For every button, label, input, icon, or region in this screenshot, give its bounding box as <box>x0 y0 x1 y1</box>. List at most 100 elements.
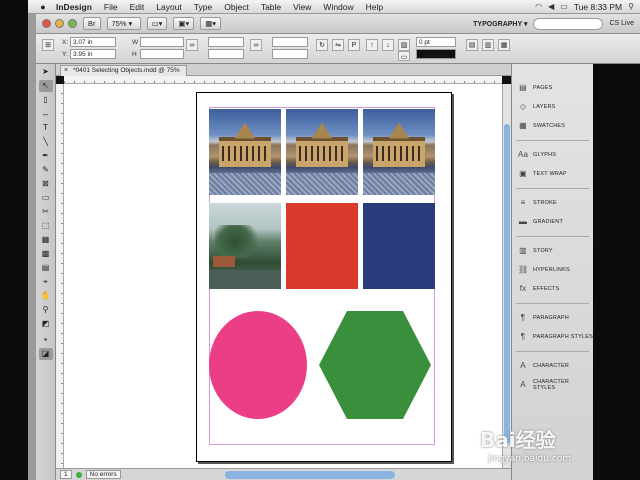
direct-selection-tool-icon[interactable]: ↖ <box>38 80 53 92</box>
page-tool-icon[interactable]: ▯ <box>39 94 53 106</box>
menu-help[interactable]: Help <box>360 2 389 12</box>
width-field[interactable] <box>140 37 184 47</box>
workspace-switcher[interactable]: TYPOGRAPHY ▾ <box>473 20 527 28</box>
blue-rectangle-frame[interactable] <box>363 203 435 289</box>
line-tool-icon[interactable]: ╲ <box>39 136 53 148</box>
screen-mode-button[interactable]: ▣▾ <box>173 17 195 30</box>
menu-table[interactable]: Table <box>255 2 287 12</box>
close-tab-icon[interactable]: × <box>64 66 68 76</box>
select-container-icon[interactable]: ↑ <box>366 39 378 51</box>
panel-gradient[interactable]: ▬ GRADIENT <box>512 212 593 231</box>
hand-tool-icon[interactable]: ✋ <box>39 290 53 302</box>
document-page[interactable] <box>196 92 452 462</box>
type-tool-icon[interactable]: T <box>39 122 53 134</box>
panel-paragraph-styles[interactable]: ¶ PARAGRAPH STYLES <box>512 327 593 346</box>
panel-hyperlinks[interactable]: ⛓ HYPERLINKS <box>512 260 593 279</box>
menu-layout[interactable]: Layout <box>150 2 188 12</box>
horizontal-scroll-thumb[interactable] <box>224 470 395 479</box>
view-mode-icon[interactable]: ◪ <box>38 348 53 360</box>
menu-view[interactable]: View <box>287 2 317 12</box>
vertical-ruler[interactable] <box>56 84 64 468</box>
red-rectangle-frame[interactable] <box>286 203 358 289</box>
preflight-status[interactable]: No errors <box>85 470 121 479</box>
panel-paragraph[interactable]: ¶ PARAGRAPH <box>512 308 593 327</box>
scale-x-field[interactable] <box>208 37 244 47</box>
horizontal-ruler[interactable] <box>64 76 502 84</box>
volume-icon[interactable]: ◀ <box>548 2 554 11</box>
menu-window[interactable]: Window <box>317 2 359 12</box>
rotate-90-cw-icon[interactable]: ↻ <box>316 39 328 51</box>
rotation-field[interactable] <box>272 37 308 47</box>
pink-circle-frame[interactable] <box>209 311 307 419</box>
stroke-type-dropdown[interactable] <box>416 49 456 59</box>
y-position-field[interactable]: 3.95 in <box>70 49 116 59</box>
frame-fitting-icon[interactable]: ▤ <box>466 39 478 51</box>
fill-stroke-icon[interactable]: ◩ <box>39 318 53 332</box>
photo-frame-building-2[interactable] <box>286 109 358 195</box>
menu-clock[interactable]: Tue 8:33 PM <box>574 2 622 12</box>
battery-icon[interactable]: ▭ <box>560 2 568 11</box>
zoom-level-dropdown[interactable]: 75% ▾ <box>106 17 141 30</box>
page-number-field[interactable]: 1 <box>60 470 72 479</box>
stroke-weight-field[interactable]: 0 pt <box>416 37 456 47</box>
spotlight-icon[interactable]: ⚲ <box>628 2 634 11</box>
selection-tool-icon[interactable]: ➤ <box>39 66 53 78</box>
free-transform-tool-icon[interactable]: ⬚ <box>39 220 53 232</box>
cs-live-button[interactable]: CS Live <box>609 20 634 27</box>
panel-glyphs[interactable]: Aa GLYPHS <box>512 145 593 164</box>
pen-tool-icon[interactable]: ✒ <box>39 150 53 162</box>
apply-color-icon[interactable]: ▪ <box>39 334 53 346</box>
panel-text-wrap[interactable]: ▣ TEXT WRAP <box>512 164 593 183</box>
scissors-tool-icon[interactable]: ✂ <box>39 206 53 218</box>
shear-field[interactable] <box>272 49 308 59</box>
close-window-button[interactable] <box>42 19 51 28</box>
menu-file[interactable]: File <box>98 2 124 12</box>
x-position-field[interactable]: 3.07 in <box>70 37 116 47</box>
bridge-button[interactable]: Br <box>83 17 101 30</box>
photo-frame-lake[interactable] <box>209 203 281 289</box>
fill-swatch-icon[interactable]: ▨ <box>398 39 410 51</box>
flip-vertical-icon[interactable]: P <box>348 39 360 51</box>
flip-horizontal-icon[interactable]: ⇋ <box>332 39 344 51</box>
pencil-tool-icon[interactable]: ✎ <box>39 164 53 176</box>
gradient-feather-tool-icon[interactable]: ▩ <box>39 248 53 260</box>
zoom-tool-icon[interactable]: ⚲ <box>39 304 53 316</box>
panel-stroke[interactable]: ≡ STROKE <box>512 193 593 212</box>
minimize-window-button[interactable] <box>55 19 64 28</box>
panel-layers[interactable]: ◇ LAYERS <box>512 97 593 116</box>
menu-type[interactable]: Type <box>188 2 218 12</box>
constrain-proportions-icon[interactable]: ∞ <box>186 39 198 51</box>
panel-effects[interactable]: fx EFFECTS <box>512 279 593 298</box>
scale-y-field[interactable] <box>208 49 244 59</box>
rectangle-frame-tool-icon[interactable]: ⊠ <box>39 178 53 190</box>
note-tool-icon[interactable]: ▤ <box>39 262 53 274</box>
menu-edit[interactable]: Edit <box>124 2 151 12</box>
rectangle-tool-icon[interactable]: ▭ <box>39 192 53 204</box>
vertical-scroll-thumb[interactable] <box>504 124 510 444</box>
document-tab[interactable]: × *0401 Selecting Objects.indd @ 75% <box>60 65 187 76</box>
view-options-button[interactable]: ▭▾ <box>146 17 168 30</box>
align-icon[interactable]: ▦ <box>498 39 510 51</box>
eyedropper-tool-icon[interactable]: ⌖ <box>39 276 53 288</box>
panel-swatches[interactable]: ▦ SWATCHES <box>512 116 593 135</box>
arrange-documents-button[interactable]: ▦▾ <box>200 17 222 30</box>
photo-frame-building-1[interactable] <box>209 109 281 195</box>
panel-pages[interactable]: ▤ PAGES <box>512 78 593 97</box>
gradient-swatch-tool-icon[interactable]: ▦ <box>39 234 53 246</box>
help-search-input[interactable] <box>533 17 604 30</box>
menu-app-name[interactable]: InDesign <box>50 2 98 12</box>
wrap-options-icon[interactable]: ▥ <box>482 39 494 51</box>
height-field[interactable] <box>140 49 184 59</box>
panel-story[interactable]: ▥ STORY <box>512 241 593 260</box>
panel-character-styles[interactable]: A CHARACTER STYLES <box>512 375 593 394</box>
select-content-icon[interactable]: ↓ <box>382 39 394 51</box>
zoom-window-button[interactable] <box>68 19 77 28</box>
photo-frame-building-3[interactable] <box>363 109 435 195</box>
panel-character[interactable]: A CHARACTER <box>512 356 593 375</box>
gap-tool-icon[interactable]: ↔ <box>39 108 53 120</box>
stroke-swatch-icon[interactable]: ▭ <box>398 51 410 61</box>
apple-menu-icon[interactable]: ● <box>36 2 50 12</box>
constrain-scale-icon[interactable]: ∞ <box>250 39 262 51</box>
reference-point-icon[interactable]: ⊞ <box>42 39 54 51</box>
vertical-scrollbar[interactable] <box>502 84 511 468</box>
